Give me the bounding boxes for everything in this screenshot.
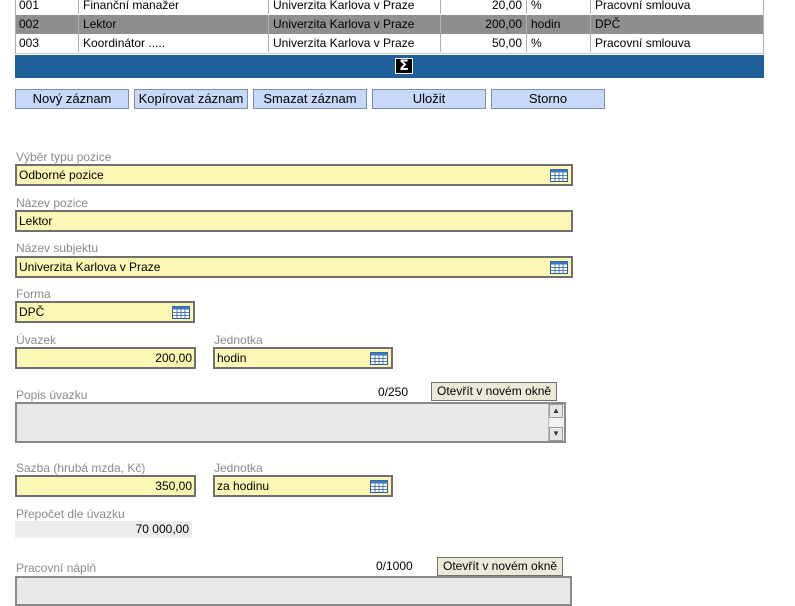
new-record-button[interactable]: Nový záznam [15,89,129,109]
table-row[interactable]: 003 Koordinátor ..... Univerzita Karlova… [15,34,764,54]
workload-desc-counter: 0/250 [378,385,409,399]
row-subject: Univerzita Karlova v Praze [269,0,441,14]
row-subject: Univerzita Karlova v Praze [269,15,441,33]
position-type-value: Odborné pozice [19,168,104,182]
lookup-table-icon[interactable] [370,480,388,493]
row-value: 200,00 [441,15,527,33]
job-content-open-button[interactable]: Otevřít v novém okně [437,557,564,576]
rate-label: Sazba (hrubá mzda, Kč) [16,461,146,475]
workload-desc-open-button[interactable]: Otevřít v novém okně [431,382,558,401]
workload-unit-select[interactable]: hodin [213,347,393,369]
row-form: Pracovní smlouva [595,0,691,12]
row-code: 001 [15,0,79,14]
table-row[interactable]: 001 Finanční manažer Univerzita Karlova … [15,0,764,16]
form-type-label: Forma [16,287,51,301]
subject-name-select[interactable]: Univerzita Karlova v Praze [15,256,573,278]
form-type-value: DPČ [19,305,45,319]
lookup-table-icon[interactable] [550,169,568,182]
workload-value: 200,00 [155,351,192,365]
row-name: Lektor [79,15,269,33]
job-content-counter: 0/1000 [376,559,413,573]
rate-unit-select[interactable]: za hodinu [213,475,393,497]
position-type-label: Výběr typu pozice [16,150,112,164]
lookup-table-icon[interactable] [550,261,568,274]
workload-input[interactable]: 200,00 [15,347,196,369]
form-type-select[interactable]: DPČ [15,301,195,323]
subject-name-label: Název subjektu [16,241,99,255]
row-value: 20,00 [441,0,527,14]
position-name-input[interactable]: Lektor [15,210,573,232]
scrollbar[interactable]: ▲ ▼ [548,404,564,441]
table-border-left [15,0,16,54]
sum-bar: Σ [15,55,764,78]
copy-record-button[interactable]: Kopírovat záznam [134,89,248,109]
row-form: DPČ [595,17,621,31]
row-unit: % [527,34,591,52]
row-unit: hodin [527,15,591,33]
position-type-select[interactable]: Odborné pozice [15,164,573,186]
row-form: Pracovní smlouva [595,36,691,50]
position-name-value: Lektor [19,214,53,228]
row-value: 50,00 [441,34,527,52]
scroll-up-icon[interactable]: ▲ [549,404,563,418]
workload-desc-label: Popis úvazku [16,388,88,402]
rate-unit-value: za hodinu [217,479,270,493]
cancel-button[interactable]: Storno [491,89,605,109]
job-content-textarea[interactable] [15,576,572,606]
save-button[interactable]: Uložit [372,89,486,109]
row-name: Finanční manažer [79,0,269,14]
rate-input[interactable]: 350,00 [15,475,196,497]
subject-name-value: Univerzita Karlova v Praze [19,260,161,274]
position-name-label: Název pozice [16,196,89,210]
row-subject: Univerzita Karlova v Praze [269,34,441,52]
workload-label: Úvazek [16,333,57,347]
row-unit: % [527,0,591,14]
delete-record-button[interactable]: Smazat záznam [253,89,367,109]
workload-unit-value: hodin [217,351,247,365]
workload-desc-textarea[interactable]: ▲ ▼ [15,402,566,443]
row-name: Koordinátor ..... [79,34,269,52]
job-content-label: Pracovní náplň [16,561,97,575]
scroll-down-icon[interactable]: ▼ [549,427,563,441]
row-code: 003 [15,34,79,52]
lookup-table-icon[interactable] [172,306,190,319]
sum-icon[interactable]: Σ [395,58,413,74]
row-code: 002 [15,15,79,33]
table-row-selected[interactable]: 002 Lektor Univerzita Karlova v Praze 20… [15,15,764,34]
recalc-value: 70 000,00 [15,521,192,538]
table-border-right [763,0,764,54]
lookup-table-icon[interactable] [370,352,388,365]
recalc-label: Přepočet dle úvazku [16,507,125,521]
workload-unit-label: Jednotka [214,333,263,347]
rate-unit-label: Jednotka [214,461,263,475]
rate-value: 350,00 [155,479,192,493]
